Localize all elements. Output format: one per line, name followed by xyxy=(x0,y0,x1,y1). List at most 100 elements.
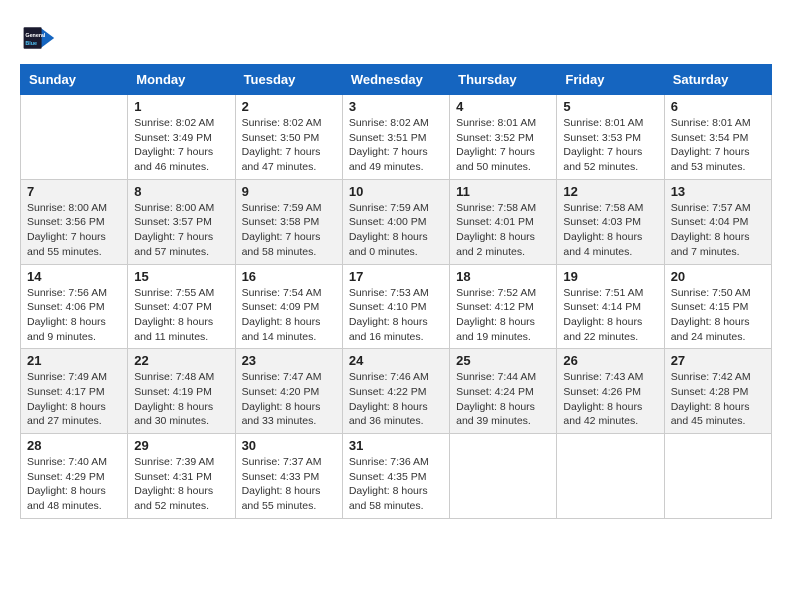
day-info-line: and 49 minutes. xyxy=(349,160,443,175)
day-info: Sunrise: 7:56 AMSunset: 4:06 PMDaylight:… xyxy=(27,286,121,345)
day-number: 11 xyxy=(456,184,550,199)
calendar-week-row: 21 Sunrise: 7:49 AMSunset: 4:17 PMDayligh… xyxy=(21,349,772,434)
day-info-line: Sunset: 4:15 PM xyxy=(671,300,765,315)
day-info-line: Sunset: 4:28 PM xyxy=(671,385,765,400)
day-info-line: Daylight: 8 hours xyxy=(27,400,121,415)
day-number: 10 xyxy=(349,184,443,199)
day-info-line: Daylight: 7 hours xyxy=(349,145,443,160)
day-info-line: and 33 minutes. xyxy=(242,414,336,429)
day-info-line: and 16 minutes. xyxy=(349,330,443,345)
day-number: 1 xyxy=(134,99,228,114)
day-info: Sunrise: 7:46 AMSunset: 4:22 PMDaylight:… xyxy=(349,370,443,429)
day-info: Sunrise: 8:00 AMSunset: 3:57 PMDaylight:… xyxy=(134,201,228,260)
day-number: 24 xyxy=(349,353,443,368)
day-info-line: Sunset: 3:54 PM xyxy=(671,131,765,146)
calendar-cell: 30 Sunrise: 7:37 AMSunset: 4:33 PMDayligh… xyxy=(235,434,342,519)
day-info-line: Sunset: 4:20 PM xyxy=(242,385,336,400)
day-number: 15 xyxy=(134,269,228,284)
day-number: 23 xyxy=(242,353,336,368)
day-info-line: Sunrise: 8:00 AM xyxy=(27,201,121,216)
day-info-line: Daylight: 8 hours xyxy=(27,315,121,330)
calendar-cell: 10Sunrise: 7:59 AMSunset: 4:00 PMDayligh… xyxy=(342,179,449,264)
day-info-line: Daylight: 8 hours xyxy=(456,315,550,330)
day-info-line: and 11 minutes. xyxy=(134,330,228,345)
day-info-line: Sunrise: 7:47 AM xyxy=(242,370,336,385)
day-info-line: and 9 minutes. xyxy=(27,330,121,345)
svg-text:General: General xyxy=(25,33,46,39)
day-info-line: and 52 minutes. xyxy=(563,160,657,175)
page: General Blue SundayMondayTuesdayWednesda… xyxy=(0,0,792,529)
day-number: 8 xyxy=(134,184,228,199)
day-info-line: Sunset: 4:22 PM xyxy=(349,385,443,400)
day-number: 14 xyxy=(27,269,121,284)
calendar-cell: 17Sunrise: 7:53 AMSunset: 4:10 PMDayligh… xyxy=(342,264,449,349)
col-header-monday: Monday xyxy=(128,65,235,95)
day-info-line: Sunrise: 8:00 AM xyxy=(134,201,228,216)
day-info-line: Sunset: 4:35 PM xyxy=(349,470,443,485)
day-number: 13 xyxy=(671,184,765,199)
day-info-line: and 52 minutes. xyxy=(134,499,228,514)
day-info: Sunrise: 7:54 AMSunset: 4:09 PMDaylight:… xyxy=(242,286,336,345)
day-info-line: Sunrise: 7:59 AM xyxy=(349,201,443,216)
day-info-line: Sunset: 4:06 PM xyxy=(27,300,121,315)
day-info: Sunrise: 8:00 AMSunset: 3:56 PMDaylight:… xyxy=(27,201,121,260)
day-info-line: Daylight: 8 hours xyxy=(134,400,228,415)
calendar-cell: 14 Sunrise: 7:56 AMSunset: 4:06 PMDayligh… xyxy=(21,264,128,349)
calendar-cell: 13 Sunrise: 7:57 AMSunset: 4:04 PMDayligh… xyxy=(664,179,771,264)
col-header-friday: Friday xyxy=(557,65,664,95)
day-info: Sunrise: 7:37 AMSunset: 4:33 PMDaylight:… xyxy=(242,455,336,514)
calendar-cell xyxy=(450,434,557,519)
day-info-line: Sunrise: 7:46 AM xyxy=(349,370,443,385)
calendar-cell: 22Sunrise: 7:48 AMSunset: 4:19 PMDayligh… xyxy=(128,349,235,434)
day-info-line: Sunset: 4:29 PM xyxy=(27,470,121,485)
day-info: Sunrise: 7:57 AMSunset: 4:04 PMDaylight:… xyxy=(671,201,765,260)
day-info: Sunrise: 7:53 AMSunset: 4:10 PMDaylight:… xyxy=(349,286,443,345)
day-info-line: and 55 minutes. xyxy=(27,245,121,260)
day-info-line: Sunrise: 7:59 AM xyxy=(242,201,336,216)
day-number: 18 xyxy=(456,269,550,284)
day-number: 27 xyxy=(671,353,765,368)
logo-icon: General Blue xyxy=(20,20,56,56)
day-info-line: Daylight: 8 hours xyxy=(563,230,657,245)
day-info-line: Sunrise: 7:57 AM xyxy=(671,201,765,216)
day-info-line: Sunrise: 7:44 AM xyxy=(456,370,550,385)
day-info-line: Sunrise: 7:52 AM xyxy=(456,286,550,301)
day-info-line: Sunrise: 7:55 AM xyxy=(134,286,228,301)
day-info-line: Sunrise: 7:42 AM xyxy=(671,370,765,385)
day-number: 22 xyxy=(134,353,228,368)
day-info: Sunrise: 7:49 AMSunset: 4:17 PMDaylight:… xyxy=(27,370,121,429)
day-info-line: Daylight: 7 hours xyxy=(671,145,765,160)
day-number: 30 xyxy=(242,438,336,453)
day-info-line: Sunrise: 8:02 AM xyxy=(242,116,336,131)
day-number: 21 xyxy=(27,353,121,368)
day-info: Sunrise: 7:40 AMSunset: 4:29 PMDaylight:… xyxy=(27,455,121,514)
col-header-sunday: Sunday xyxy=(21,65,128,95)
calendar-cell xyxy=(664,434,771,519)
day-info-line: and 47 minutes. xyxy=(242,160,336,175)
day-info-line: Daylight: 7 hours xyxy=(134,145,228,160)
svg-text:Blue: Blue xyxy=(25,41,37,47)
day-info-line: and 42 minutes. xyxy=(563,414,657,429)
day-info-line: and 58 minutes. xyxy=(242,245,336,260)
day-info: Sunrise: 7:47 AMSunset: 4:20 PMDaylight:… xyxy=(242,370,336,429)
day-info: Sunrise: 7:51 AMSunset: 4:14 PMDaylight:… xyxy=(563,286,657,345)
day-info: Sunrise: 8:01 AMSunset: 3:53 PMDaylight:… xyxy=(563,116,657,175)
day-info-line: and 39 minutes. xyxy=(456,414,550,429)
day-info: Sunrise: 7:55 AMSunset: 4:07 PMDaylight:… xyxy=(134,286,228,345)
day-info-line: Daylight: 8 hours xyxy=(27,484,121,499)
calendar-cell: 31Sunrise: 7:36 AMSunset: 4:35 PMDayligh… xyxy=(342,434,449,519)
day-info: Sunrise: 7:50 AMSunset: 4:15 PMDaylight:… xyxy=(671,286,765,345)
day-info-line: Sunset: 4:26 PM xyxy=(563,385,657,400)
day-info-line: Daylight: 8 hours xyxy=(134,484,228,499)
day-number: 7 xyxy=(27,184,121,199)
day-info-line: Sunrise: 7:58 AM xyxy=(563,201,657,216)
col-header-thursday: Thursday xyxy=(450,65,557,95)
day-info-line: Daylight: 7 hours xyxy=(134,230,228,245)
calendar-cell: 20 Sunrise: 7:50 AMSunset: 4:15 PMDayligh… xyxy=(664,264,771,349)
day-number: 20 xyxy=(671,269,765,284)
calendar-cell: 29Sunrise: 7:39 AMSunset: 4:31 PMDayligh… xyxy=(128,434,235,519)
calendar-cell: 26Sunrise: 7:43 AMSunset: 4:26 PMDayligh… xyxy=(557,349,664,434)
day-info-line: Sunrise: 7:51 AM xyxy=(563,286,657,301)
day-info-line: Daylight: 7 hours xyxy=(456,145,550,160)
day-info-line: Sunset: 4:10 PM xyxy=(349,300,443,315)
